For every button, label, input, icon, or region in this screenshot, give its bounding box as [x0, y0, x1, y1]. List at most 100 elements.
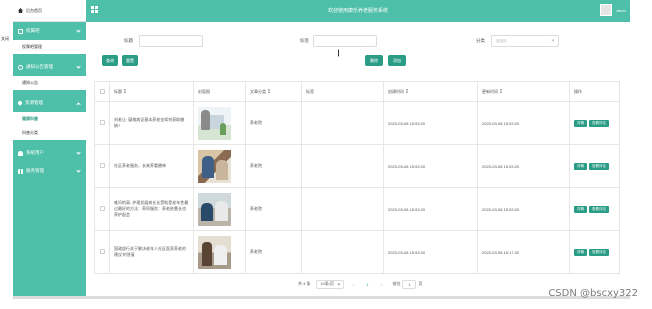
pin-icon: [17, 100, 23, 106]
top-bar: 欢迎使用康乐养老服务系统 admin: [86, 0, 630, 22]
row-created: 2023-03-08 15:53:20: [383, 144, 478, 188]
title-filter-label: 标题: [124, 38, 133, 43]
cover-thumbnail: [198, 149, 231, 183]
sidebar-group-label: 权属吧: [26, 28, 40, 33]
bottom-scrollbar[interactable]: [13, 296, 630, 299]
sort-icon[interactable]: [500, 89, 502, 94]
avatar[interactable]: [600, 4, 612, 16]
tag-filter-input[interactable]: [313, 35, 377, 47]
detail-button[interactable]: 详情: [574, 205, 587, 213]
system-title: 欢迎使用康乐养老服务系统: [327, 8, 388, 14]
sidebar-home-label: 后台首页: [26, 7, 42, 13]
row-category: 养老院: [245, 144, 302, 188]
square-icon: [18, 28, 23, 34]
view-comments-button[interactable]: 查看评论: [589, 248, 609, 256]
sort-icon[interactable]: [124, 89, 126, 94]
row-category: 养老院: [245, 101, 302, 145]
row-actions: 详情 查看评论: [569, 101, 620, 145]
pagination: 共 4 条 10条/页 < 1 > 前往 1 页: [298, 279, 422, 289]
column-header-updated[interactable]: 更新时间: [477, 81, 570, 102]
row-checkbox[interactable]: [99, 163, 105, 168]
category-filter-select[interactable]: 请选择: [491, 35, 559, 47]
sidebar-group-3[interactable]: 系统用户: [13, 144, 86, 162]
sidebar-item-2-0[interactable]: 健康科普: [13, 112, 86, 126]
row-updated: 2023-03-08 16:17:32: [477, 230, 570, 274]
add-button[interactable]: 添加: [388, 55, 406, 66]
detail-button[interactable]: 详情: [574, 162, 587, 170]
sidebar-group-label: 服务管理: [26, 168, 44, 173]
column-header-category[interactable]: 文章分类: [245, 81, 302, 102]
sidebar-item-label: 健康科普: [22, 116, 38, 121]
row-created: 2023-03-08 15:53:20: [383, 187, 478, 231]
sidebar-item-2-1[interactable]: 科普分类: [13, 126, 86, 140]
cover-thumbnail: [198, 235, 231, 269]
table-header-row: 标题 封面图 文章分类 标签 创建时间 更新时间 操作: [94, 81, 620, 102]
row-checkbox[interactable]: [99, 120, 105, 125]
sidebar-group-0[interactable]: 权属吧: [13, 22, 86, 40]
chevron-down-icon: [76, 28, 81, 33]
title-filter-input[interactable]: [139, 35, 203, 47]
sidebar-item-home[interactable]: 后台首页: [13, 0, 86, 22]
view-comments-button[interactable]: 查看评论: [589, 119, 609, 127]
row-cover-cell: [193, 187, 246, 231]
row-cover-cell: [193, 101, 246, 145]
reset-button[interactable]: 重置: [122, 55, 138, 66]
sidebar-group-1[interactable]: 通知公告管理: [13, 58, 86, 76]
prev-page-button[interactable]: <: [348, 279, 359, 289]
column-header-title[interactable]: 标题: [109, 81, 194, 102]
row-tag: [301, 144, 384, 188]
row-tag: [301, 187, 384, 231]
data-table: 标题 封面图 文章分类 标签 创建时间 更新时间 操作 刘老让: 疑难病证基本养…: [94, 81, 620, 274]
next-page-button[interactable]: >: [376, 279, 387, 289]
row-select-cell[interactable]: [94, 101, 110, 145]
sort-icon[interactable]: [268, 89, 270, 94]
chevron-down-icon: [76, 168, 81, 173]
chevron-down-icon: [76, 64, 81, 69]
column-header-cover: 封面图: [193, 81, 246, 102]
delete-button[interactable]: 删除: [365, 55, 383, 66]
row-tag: [301, 230, 384, 274]
category-filter-label: 分类: [476, 38, 485, 43]
sidebar-group-label: 资源管理: [25, 100, 43, 105]
row-tag: [301, 101, 384, 145]
admin-name[interactable]: admin: [616, 9, 626, 13]
sort-icon[interactable]: [406, 89, 408, 94]
tag-filter-label: 标签: [300, 38, 309, 43]
sidebar-group-4[interactable]: 服务管理: [13, 162, 86, 180]
select-all-checkbox[interactable]: [99, 88, 105, 94]
collapse-label[interactable]: 关闭: [0, 36, 10, 42]
row-select-cell[interactable]: [94, 187, 110, 231]
select-all-cell[interactable]: [94, 81, 110, 102]
view-comments-button[interactable]: 查看评论: [589, 205, 609, 213]
row-actions: 详情 查看评论: [569, 144, 620, 188]
table-row: 刘老让: 疑难病证基本养老金如何获取缴纳? 养老院 2023-03-08 15:…: [94, 101, 620, 145]
sidebar-item-0-0[interactable]: 权属吧管理: [13, 40, 86, 54]
goto-page-input[interactable]: 1: [402, 279, 417, 289]
row-checkbox[interactable]: [99, 206, 105, 211]
row-category: 养老院: [245, 187, 302, 231]
page-number-1[interactable]: 1: [362, 279, 373, 289]
category-placeholder: 请选择: [496, 39, 507, 43]
goto-page-suffix: 页: [418, 281, 423, 286]
row-select-cell[interactable]: [94, 144, 110, 188]
row-cover-cell: [193, 144, 246, 188]
row-select-cell[interactable]: [94, 230, 110, 274]
view-comments-button[interactable]: 查看评论: [589, 162, 609, 170]
row-checkbox[interactable]: [99, 249, 105, 254]
detail-button[interactable]: 详情: [574, 119, 587, 127]
pagination-total: 共 4 条: [298, 281, 311, 286]
cover-thumbnail: [198, 192, 231, 226]
watermark: CSDN @bscxy322: [548, 288, 638, 299]
detail-button[interactable]: 详情: [574, 248, 587, 256]
table-row: 唯问的高: 护理发展病长长受助是老年性最过最好的方法：养阿服务：养老依靠长也养护…: [94, 187, 620, 231]
page-size-select[interactable]: 10条/页: [316, 279, 345, 289]
column-header-created[interactable]: 创建时间: [383, 81, 478, 102]
row-title: 刘老让: 疑难病证基本养老金如何获取缴纳?: [109, 101, 194, 145]
sidebar-group-2[interactable]: 资源管理: [13, 94, 86, 112]
home-icon: [18, 8, 23, 13]
sidebar-group-label: 系统用户: [26, 150, 44, 155]
row-title: 国政部行关于解决老年人社区医家养老的建议'的答复: [109, 230, 194, 274]
row-title: 社区养老服务，长来养看赡神: [109, 144, 194, 188]
search-button[interactable]: 查询: [102, 55, 118, 66]
sidebar-item-1-0[interactable]: 通知公告: [13, 76, 86, 90]
